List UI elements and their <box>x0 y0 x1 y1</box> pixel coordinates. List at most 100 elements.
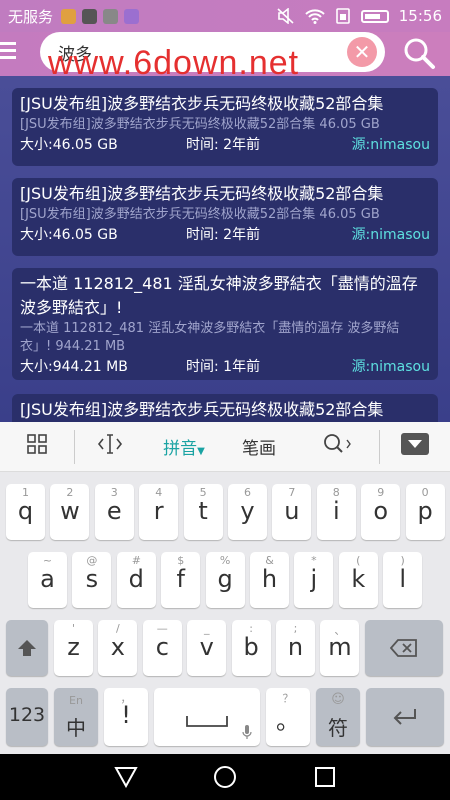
result-size: 大小:46.05 GB <box>20 137 118 153</box>
menu-icon[interactable] <box>0 38 16 64</box>
tab-stroke[interactable]: 笔画 <box>223 434 295 459</box>
key-label: a <box>40 565 55 593</box>
message-notification-icon <box>124 8 140 24</box>
microphone-icon[interactable] <box>242 724 252 740</box>
key-y[interactable]: 6y <box>228 484 267 540</box>
key-x[interactable]: / x <box>98 620 138 676</box>
key-b[interactable]: :b <box>231 620 271 676</box>
key-m[interactable]: 、 m <box>320 620 360 676</box>
key-label: l <box>399 565 407 593</box>
language-switch-key[interactable]: En 中 <box>54 688 98 746</box>
result-subtitle: 一本道 112812_481 淫乱女神波多野結衣「盡情的溫存 波多野結衣」! 9… <box>20 321 400 354</box>
result-title: [JSU发布组]波多野结衣步兵无码终极收藏52部合集 <box>20 184 384 203</box>
emoji-icon: ☺ <box>331 692 345 707</box>
key-o[interactable]: 9o <box>361 484 401 540</box>
grid-icon[interactable] <box>0 433 74 460</box>
result-size: 大小:944.21 MB <box>20 359 128 375</box>
result-size: 大小:46.05 GB <box>20 227 118 243</box>
key-label: u <box>284 497 300 525</box>
result-title: 一本道 112812_481 淫乱女神波多野結衣「盡情的溫存 波多野結衣」! <box>20 274 418 317</box>
search-icon[interactable] <box>402 36 436 70</box>
recents-icon[interactable] <box>314 766 336 788</box>
key-c[interactable]: — c <box>142 620 182 676</box>
period-key[interactable]: ？ 。 <box>266 688 310 746</box>
tab-pinyin-label: 拼音 <box>163 439 198 459</box>
key-r[interactable]: 4r <box>139 484 179 540</box>
backspace-key[interactable] <box>365 620 443 676</box>
home-icon[interactable] <box>213 765 237 789</box>
enter-key[interactable] <box>366 688 444 746</box>
key-label: j <box>310 565 318 593</box>
key-label: m <box>328 633 352 661</box>
key-label: t <box>198 497 208 525</box>
key-label: z <box>67 633 80 661</box>
result-subtitle: [JSU发布组]波多野结衣步兵无码终极收藏52部合集 46.05 GB <box>20 117 380 132</box>
key-i[interactable]: 8i <box>316 484 356 540</box>
symbols-key[interactable]: ☺ 符 <box>316 688 360 746</box>
key-k[interactable]: (k <box>338 552 378 608</box>
keyboard-toolbar: 拼音▼ 笔画 <box>0 422 450 472</box>
key-a[interactable]: ~ a <box>28 552 67 608</box>
key-z[interactable]: ' z <box>54 620 93 676</box>
key-t[interactable]: 5t <box>183 484 223 540</box>
chevron-down-icon: ▼ <box>197 446 205 457</box>
keyboard: 拼音▼ 笔画 1q2w3e4r5t6y7u8i9o0p ~ a @ s # d $ f% g & h… <box>0 422 450 754</box>
key-p[interactable]: 0p <box>405 484 445 540</box>
key-q[interactable]: 1q <box>6 484 45 540</box>
key-label: i <box>332 497 340 525</box>
result-subtitle: [JSU发布组]波多野结衣步兵无码终极收藏52部合集 46.05 GB <box>20 207 380 222</box>
result-time: 时间: 2年前 <box>186 227 261 243</box>
key-g[interactable]: % g <box>205 552 245 608</box>
navigation-bar <box>0 754 450 800</box>
symbols-key-label: 符 <box>328 716 348 740</box>
result-item[interactable]: [JSU发布组]波多野结衣步兵无码终极收藏52部合集 [JSU发布组]波多野结衣… <box>12 88 438 166</box>
result-title: [JSU发布组]波多野结衣步兵无码终极收藏52部合集 <box>20 400 384 419</box>
hide-keyboard-icon[interactable] <box>380 432 450 461</box>
key-j[interactable]: * j <box>294 552 334 608</box>
key-v[interactable]: _ v <box>187 620 227 676</box>
carrier-text: 无服务 <box>8 7 54 26</box>
numbers-key[interactable]: 123 <box>6 688 48 746</box>
key-w[interactable]: 2w <box>50 484 90 540</box>
result-time: 时间: 2年前 <box>186 137 261 153</box>
result-item[interactable]: 一本道 112812_481 淫乱女神波多野結衣「盡情的溫存 波多野結衣」! 一… <box>12 268 438 380</box>
key-n[interactable]: ; n <box>276 620 315 676</box>
result-item[interactable]: [JSU发布组]波多野结衣步兵无码终极收藏52部合集 [JSU发布组]波多野结衣… <box>12 178 438 256</box>
punctuation-key[interactable]: ， ! <box>104 688 148 746</box>
key-label: b <box>243 633 259 661</box>
language-alt-label: En <box>69 694 83 707</box>
clear-search-button[interactable]: ✕ <box>347 37 377 67</box>
key-label: v <box>199 633 214 661</box>
key-label: c <box>155 633 169 661</box>
result-item[interactable]: [JSU发布组]波多野结衣步兵无码终极收藏52部合集 <box>12 394 438 422</box>
image-notification-icon <box>103 8 119 24</box>
key-d[interactable]: # d <box>116 552 156 608</box>
numbers-key-label: 123 <box>8 704 46 726</box>
key-label: r <box>153 497 164 525</box>
clock: 15:56 <box>398 7 442 25</box>
key-label: o <box>373 497 389 525</box>
tab-pinyin[interactable]: 拼音▼ <box>145 434 223 459</box>
keyboard-search-icon[interactable] <box>295 433 379 460</box>
watermark-text: www.6down.net <box>48 44 300 82</box>
key-f[interactable]: $ f <box>161 552 201 608</box>
back-icon[interactable] <box>114 766 138 788</box>
key-label: s <box>85 565 99 593</box>
key-l[interactable]: ) l <box>383 552 423 608</box>
key-h[interactable]: & h <box>250 552 289 608</box>
key-label: x <box>110 633 125 661</box>
result-list[interactable]: [JSU发布组]波多野结衣步兵无码终极收藏52部合集 [JSU发布组]波多野结衣… <box>0 76 450 422</box>
result-time: 时间: 1年前 <box>186 359 261 375</box>
cursor-icon[interactable] <box>75 433 145 460</box>
key-s[interactable]: @ s <box>72 552 112 608</box>
key-e[interactable]: 3e <box>94 484 134 540</box>
result-source: 源:nimasou <box>351 359 430 375</box>
result-source: 源:nimasou <box>351 137 430 153</box>
key-u[interactable]: 7u <box>272 484 312 540</box>
shift-key[interactable] <box>6 620 48 676</box>
key-label: e <box>106 497 122 525</box>
key-label: d <box>128 565 144 593</box>
space-key[interactable] <box>154 688 260 746</box>
notification-icon <box>61 8 77 24</box>
result-title: [JSU发布组]波多野结衣步兵无码终极收藏52部合集 <box>20 94 384 113</box>
